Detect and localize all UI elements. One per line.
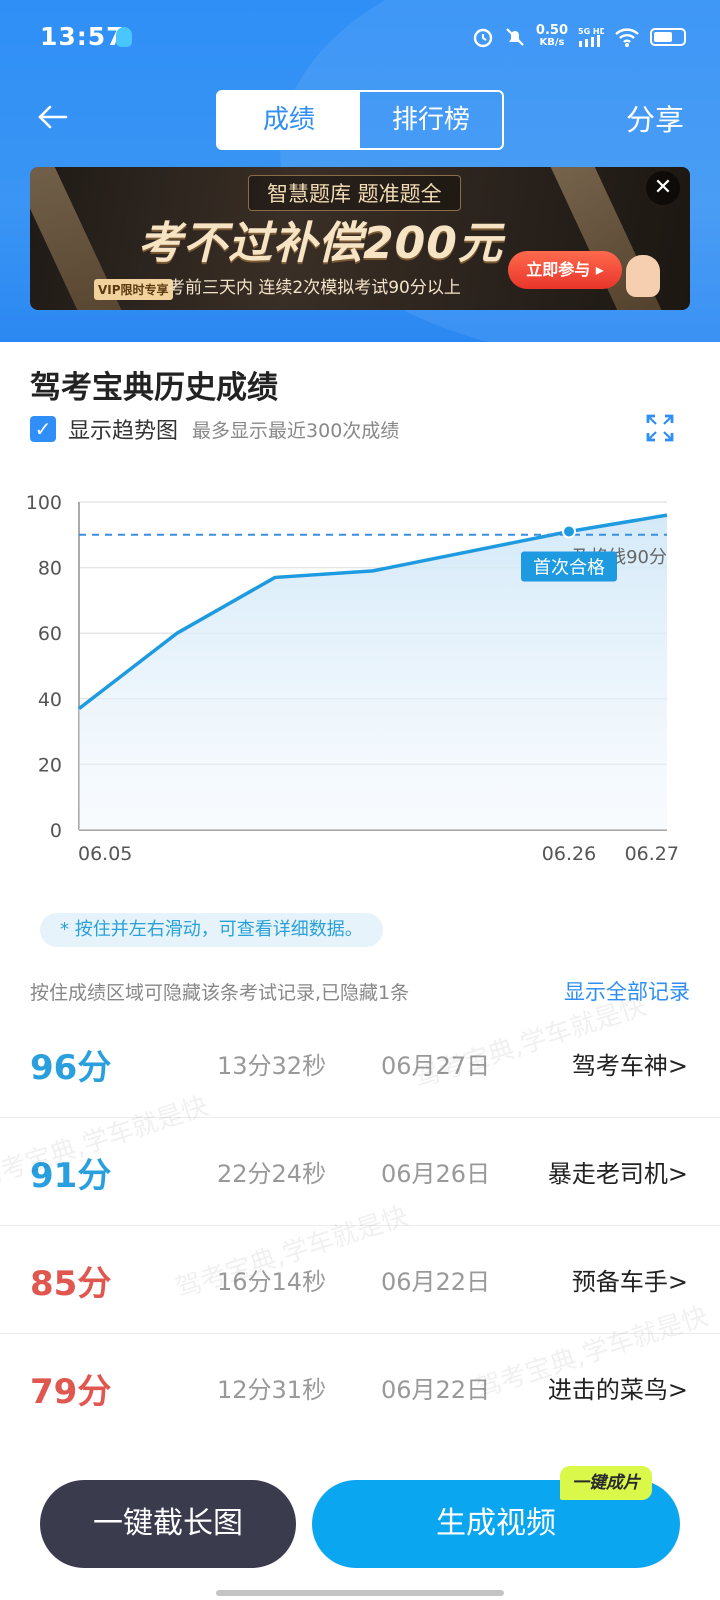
- top-header: 13:57 0.50 KB/s 5G HD 成绩 排行榜 分享 智慧题库 题准题全…: [0, 0, 720, 342]
- record-row[interactable]: 91分 22分24秒 06月26日 暴走老司机>: [0, 1118, 720, 1226]
- hand-pointer-icon: [626, 255, 660, 297]
- banner-headline: 考不过补偿200元: [138, 218, 503, 269]
- trend-toggle-row: ✓ 显示趋势图 最多显示最近300次成绩: [30, 414, 399, 444]
- score-trend-chart[interactable]: 0 20 40 60 80 100 及格线90分 首次合格 06.05 06.26 06.27: [0, 492, 720, 865]
- header-tabs: 成绩 排行榜: [216, 90, 504, 150]
- record-duration: 13分32秒: [217, 1052, 327, 1080]
- status-bar: 13:57 0.50 KB/s 5G HD: [0, 0, 720, 78]
- long-screenshot-button[interactable]: 一键截长图: [40, 1480, 296, 1568]
- chart-svg: 020406080100及格线90分首次合格06.05 06.26 06.27: [26, 492, 679, 865]
- record-duration: 16分14秒: [217, 1268, 327, 1296]
- alarm-icon: [473, 28, 493, 48]
- record-level-link[interactable]: 进击的菜鸟>: [548, 1370, 688, 1405]
- banner-subtext: 考前三天内 连续2次模拟考试90分以上: [168, 278, 461, 298]
- trend-checkbox[interactable]: ✓: [30, 416, 56, 442]
- record-row[interactable]: 96分 13分32秒 06月27日 驾考车神>: [0, 1010, 720, 1118]
- record-row[interactable]: 85分 16分14秒 06月22日 预备车手>: [0, 1226, 720, 1334]
- status-icons: 0.50 KB/s 5G HD: [472, 22, 686, 52]
- score-records-list: 96分 13分32秒 06月27日 驾考车神> 91分 22分24秒 06月26…: [0, 1010, 720, 1442]
- arrow-left-icon: [38, 105, 68, 129]
- banner-vip-tag: VIP限时专享: [94, 279, 173, 300]
- status-time: 13:57: [40, 22, 125, 51]
- hidden-records-note: 按住成绩区域可隐藏该条考试记录,已隐藏1条: [30, 982, 410, 1004]
- trend-hint: 最多显示最近300次成绩: [192, 419, 400, 442]
- y-tick-label: 80: [38, 558, 62, 580]
- mute-icon: [506, 28, 524, 46]
- y-tick-label: 40: [38, 689, 62, 711]
- first-pass-point: [562, 524, 576, 539]
- record-score: 85分: [30, 1264, 112, 1304]
- swipe-hint: * 按住并左右滑动，可查看详细数据。: [40, 913, 383, 947]
- banner-join-button[interactable]: 立即参与 ▸: [508, 251, 622, 289]
- history-content: 驾考宝典历史成绩 ✓ 显示趋势图 最多显示最近300次成绩 0 20 40 60 80 1…: [0, 342, 720, 1600]
- video-badge: 一键成片: [560, 1466, 652, 1500]
- banner-top-text: 智慧题库 题准题全: [248, 175, 461, 211]
- page-title: 驾考宝典历史成绩: [30, 370, 278, 406]
- battery-icon: [650, 28, 686, 46]
- x-tick-label: 06.26: [542, 843, 596, 862]
- trend-label[interactable]: 显示趋势图: [68, 413, 178, 445]
- home-indicator[interactable]: [216, 1590, 504, 1596]
- record-date: 06月22日: [381, 1376, 491, 1404]
- y-tick-label: 60: [38, 623, 62, 645]
- expand-icon: [646, 414, 674, 442]
- record-score: 91分: [30, 1156, 112, 1196]
- record-level-link[interactable]: 驾考车神>: [572, 1046, 688, 1081]
- wifi-icon: [615, 28, 639, 47]
- first-pass-label: 首次合格: [533, 558, 605, 579]
- record-score: 96分: [30, 1048, 112, 1088]
- record-row[interactable]: 79分 12分31秒 06月22日 进击的菜鸟>: [0, 1334, 720, 1442]
- record-date: 06月22日: [381, 1268, 491, 1296]
- svg-text:5G HD: 5G HD: [578, 27, 604, 36]
- net-speed: 0.50 KB/s: [535, 23, 568, 48]
- x-tick-label: 06.05: [78, 843, 132, 862]
- y-tick-label: 0: [50, 820, 62, 842]
- x-tick-label: 06.27: [625, 843, 679, 862]
- record-duration: 22分24秒: [217, 1160, 327, 1188]
- record-level-link[interactable]: 预备车手>: [572, 1262, 688, 1297]
- record-date: 06月26日: [381, 1160, 491, 1188]
- tab-ranking[interactable]: 排行榜: [360, 92, 502, 148]
- record-duration: 12分31秒: [217, 1376, 327, 1404]
- signal-icon: 5G HD: [578, 27, 604, 47]
- tab-scores[interactable]: 成绩: [218, 92, 360, 148]
- show-all-records-link[interactable]: 显示全部记录: [564, 976, 690, 1006]
- promo-banner[interactable]: 智慧题库 题准题全 考不过补偿200元 VIP限时专享 考前三天内 连续2次模拟…: [30, 167, 690, 310]
- share-button[interactable]: 分享: [626, 100, 684, 140]
- record-level-link[interactable]: 暴走老司机>: [548, 1154, 688, 1189]
- y-tick-label: 100: [26, 492, 62, 514]
- record-date: 06月27日: [381, 1052, 491, 1080]
- record-score: 79分: [30, 1372, 112, 1412]
- close-icon[interactable]: ✕: [646, 171, 680, 205]
- fullscreen-button[interactable]: [646, 414, 674, 442]
- y-tick-label: 20: [38, 754, 62, 776]
- qq-notification-icon: [116, 27, 132, 47]
- back-button[interactable]: [36, 100, 76, 140]
